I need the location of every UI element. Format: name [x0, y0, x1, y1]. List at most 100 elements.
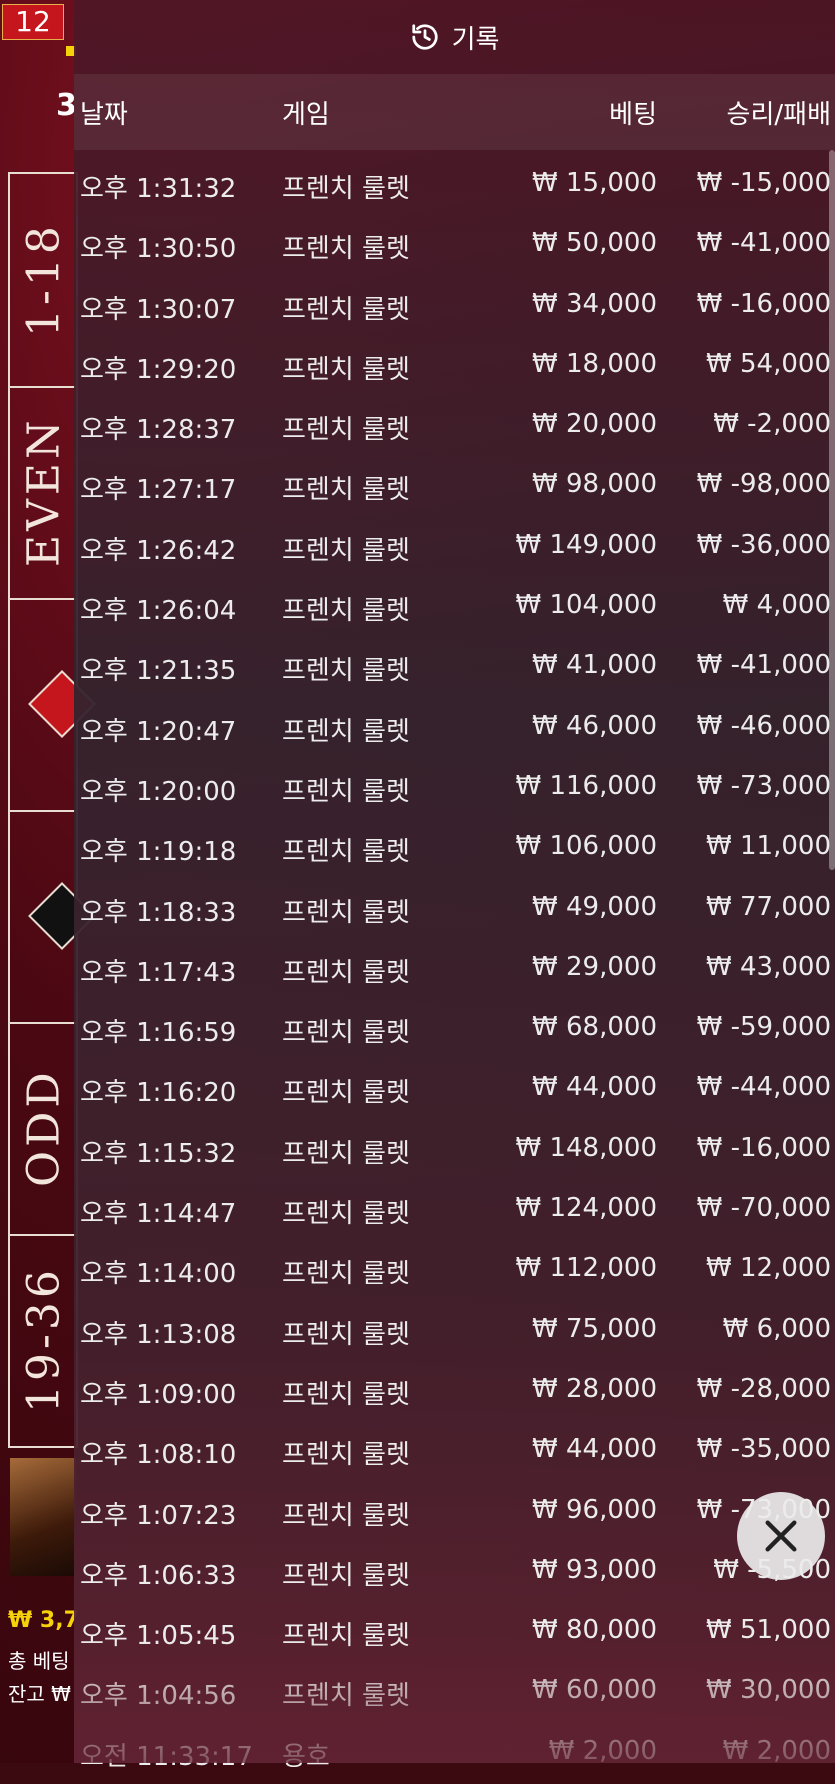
row-bet: ₩ 149,000 [515, 529, 658, 560]
table-row[interactable]: 오후 1:08:10 프렌치 룰렛 ₩ 44,000 ₩ -35,000 [74, 1422, 835, 1482]
table-row[interactable]: 오후 1:20:00 프렌치 룰렛 ₩ 116,000 ₩ -73,000 [74, 759, 835, 819]
bet-19-36[interactable]: 19-36 [10, 1234, 76, 1446]
bet-19-36-label: 19-36 [18, 1266, 70, 1414]
table-row[interactable]: 오후 1:16:59 프렌치 룰렛 ₩ 68,000 ₩ -59,000 [74, 1000, 835, 1060]
table-row[interactable]: 오후 1:21:35 프렌치 룰렛 ₩ 41,000 ₩ -41,000 [74, 638, 835, 698]
row-date: 오후 1:08:10 [80, 1440, 237, 1471]
history-icon [411, 24, 438, 50]
table-row[interactable]: 오후 1:29:20 프렌치 룰렛 ₩ 18,000 ₩ 54,000 [74, 337, 835, 397]
row-result: ₩ 4,000 [722, 590, 831, 621]
table-row[interactable]: 오후 1:30:50 프렌치 룰렛 ₩ 50,000 ₩ -41,000 [74, 216, 835, 276]
row-date: 오후 1:07:23 [80, 1500, 237, 1531]
header-result: 승리/패배 [726, 100, 831, 130]
row-game: 프렌치 룰렛 [282, 1560, 410, 1591]
row-bet: ₩ 112,000 [515, 1253, 658, 1284]
table-row[interactable]: 오후 1:13:08 프렌치 룰렛 ₩ 75,000 ₩ 6,000 [74, 1302, 835, 1362]
row-bet: ₩ 28,000 [532, 1373, 657, 1404]
close-icon [765, 1520, 797, 1552]
row-game: 프렌치 룰렛 [282, 354, 410, 385]
row-result: ₩ -36,000 [696, 529, 831, 560]
row-bet: ₩ 46,000 [532, 710, 657, 741]
row-result: ₩ 51,000 [706, 1615, 831, 1646]
row-game: 프렌치 룰렛 [282, 535, 410, 566]
table-row[interactable]: 오후 1:16:20 프렌치 룰렛 ₩ 44,000 ₩ -44,000 [74, 1060, 835, 1120]
row-date: 오후 1:16:20 [80, 1078, 237, 1109]
row-date: 오후 1:14:00 [80, 1259, 237, 1290]
total-bet-label: 총 베팅 [8, 1649, 70, 1673]
close-button[interactable] [737, 1492, 825, 1580]
row-bet: ₩ 44,000 [532, 1434, 657, 1465]
row-result: ₩ -2,000 [713, 409, 831, 440]
row-date: 오후 1:27:17 [80, 475, 237, 506]
table-row[interactable]: 오후 1:07:23프렌치 룰렛₩ 96,000₩ -73,000 [74, 1483, 835, 1543]
row-date: 오후 1:20:00 [80, 776, 237, 807]
row-game: 프렌치 룰렛 [282, 1259, 410, 1290]
outside-bets-strip: 1-18 EVEN ODD 19-36 [8, 172, 96, 1448]
bet-black[interactable] [10, 810, 96, 1024]
table-row[interactable]: 오후 1:14:47 프렌치 룰렛 ₩ 124,000 ₩ -70,000 [74, 1181, 835, 1241]
bet-even[interactable]: EVEN [10, 386, 76, 600]
table-row[interactable]: 오후 1:30:07 프렌치 룰렛 ₩ 34,000 ₩ -16,000 [74, 277, 835, 337]
scrollbar[interactable] [829, 150, 835, 870]
table-row[interactable]: 오후 1:17:43 프렌치 룰렛 ₩ 29,000 ₩ 43,000 [74, 940, 835, 1000]
row-date: 오후 1:06:33 [80, 1560, 237, 1591]
table-row[interactable]: 오후 1:31:32 프렌치 룰렛 ₩ 15,000 ₩ -15,000 [74, 156, 835, 216]
row-date: 오전 11:33:17 [80, 1741, 253, 1772]
table-row[interactable]: 오후 1:04:56 프렌치 룰렛 ₩ 60,000 ₩ 30,000 [74, 1663, 835, 1723]
row-result: ₩ -41,000 [696, 650, 831, 681]
row-game: 프렌치 룰렛 [282, 1681, 410, 1712]
row-result: ₩ -70,000 [696, 1193, 831, 1224]
history-list[interactable]: 오후 1:31:32 프렌치 룰렛 ₩ 15,000 ₩ -15,000 오후 1:30… [74, 156, 835, 1784]
row-date: 오후 1:20:47 [80, 716, 237, 747]
row-date: 오후 1:15:32 [80, 1138, 237, 1169]
row-date: 오후 1:26:04 [80, 596, 237, 627]
header-game: 게임 [282, 100, 330, 130]
row-game: 프렌치 룰렛 [282, 475, 410, 506]
table-row[interactable]: 오후 1:05:45 프렌치 룰렛 ₩ 80,000 ₩ 51,000 [74, 1603, 835, 1663]
row-result: ₩ 77,000 [706, 891, 831, 922]
row-date: 오후 1:09:00 [80, 1379, 237, 1410]
row-game: 프렌치 룰렛 [282, 1621, 410, 1652]
header-date: 날짜 [80, 100, 128, 130]
bet-red[interactable] [10, 598, 96, 812]
row-game: 프렌치 룰렛 [282, 1138, 410, 1169]
row-game: 프렌치 룰렛 [282, 957, 410, 988]
row-bet: ₩ 44,000 [532, 1072, 657, 1103]
row-bet: ₩ 124,000 [515, 1193, 658, 1224]
bet-odd[interactable]: ODD [10, 1022, 76, 1236]
row-bet: ₩ 60,000 [532, 1675, 657, 1706]
table-row[interactable]: 오후 1:26:42 프렌치 룰렛 ₩ 149,000 ₩ -36,000 [74, 518, 835, 578]
row-date: 오후 1:30:07 [80, 294, 237, 325]
table-row[interactable]: 오후 1:06:33프렌치 룰렛₩ 93,000₩ -5,500 [74, 1543, 835, 1603]
roulette-wheel-thumbnail[interactable] [10, 1458, 76, 1576]
row-date: 오후 1:30:50 [80, 234, 237, 265]
row-bet: ₩ 98,000 [532, 469, 657, 500]
table-row[interactable]: 오후 1:15:32 프렌치 룰렛 ₩ 148,000 ₩ -16,000 [74, 1121, 835, 1181]
table-row[interactable]: 오후 1:09:00 프렌치 룰렛 ₩ 28,000 ₩ -28,000 [74, 1362, 835, 1422]
table-row[interactable]: 오후 1:14:00 프렌치 룰렛 ₩ 112,000 ₩ 12,000 [74, 1241, 835, 1301]
table-row[interactable]: 오후 1:26:04 프렌치 룰렛 ₩ 104,000 ₩ 4,000 [74, 578, 835, 638]
table-row[interactable]: 오후 1:19:18 프렌치 룰렛 ₩ 106,000 ₩ 11,000 [74, 819, 835, 879]
table-row[interactable]: 오후 1:18:33 프렌치 룰렛 ₩ 49,000 ₩ 77,000 [74, 880, 835, 940]
row-result: ₩ -28,000 [696, 1373, 831, 1404]
row-result: ₩ -73,000 [696, 770, 831, 801]
row-result: ₩ 30,000 [706, 1675, 831, 1706]
row-game: 프렌치 룰렛 [282, 897, 410, 928]
row-bet: ₩ 106,000 [515, 831, 658, 862]
row-result: ₩ 54,000 [706, 348, 831, 379]
row-bet: ₩ 93,000 [532, 1554, 657, 1585]
row-bet: ₩ 18,000 [532, 348, 657, 379]
row-result: ₩ -16,000 [696, 288, 831, 319]
table-row[interactable]: 오후 1:27:17 프렌치 룰렛 ₩ 98,000 ₩ -98,000 [74, 457, 835, 517]
row-date: 오후 1:29:20 [80, 354, 237, 385]
row-date: 오후 1:26:42 [80, 535, 237, 566]
last-number-badge: 12 [2, 4, 64, 40]
panel-header: 기록 [74, 0, 835, 74]
row-bet: ₩ 50,000 [532, 228, 657, 259]
table-row[interactable]: 오후 1:28:37 프렌치 룰렛 ₩ 20,000 ₩ -2,000 [74, 397, 835, 457]
table-row[interactable]: 오전 11:33:17 용호 ₩ 2,000 ₩ 2,000 [74, 1724, 835, 1784]
row-game: 프렌치 룰렛 [282, 1319, 410, 1350]
row-result: ₩ 12,000 [706, 1253, 831, 1284]
bet-1-18[interactable]: 1-18 [10, 174, 76, 388]
table-row[interactable]: 오후 1:20:47 프렌치 룰렛 ₩ 46,000 ₩ -46,000 [74, 699, 835, 759]
